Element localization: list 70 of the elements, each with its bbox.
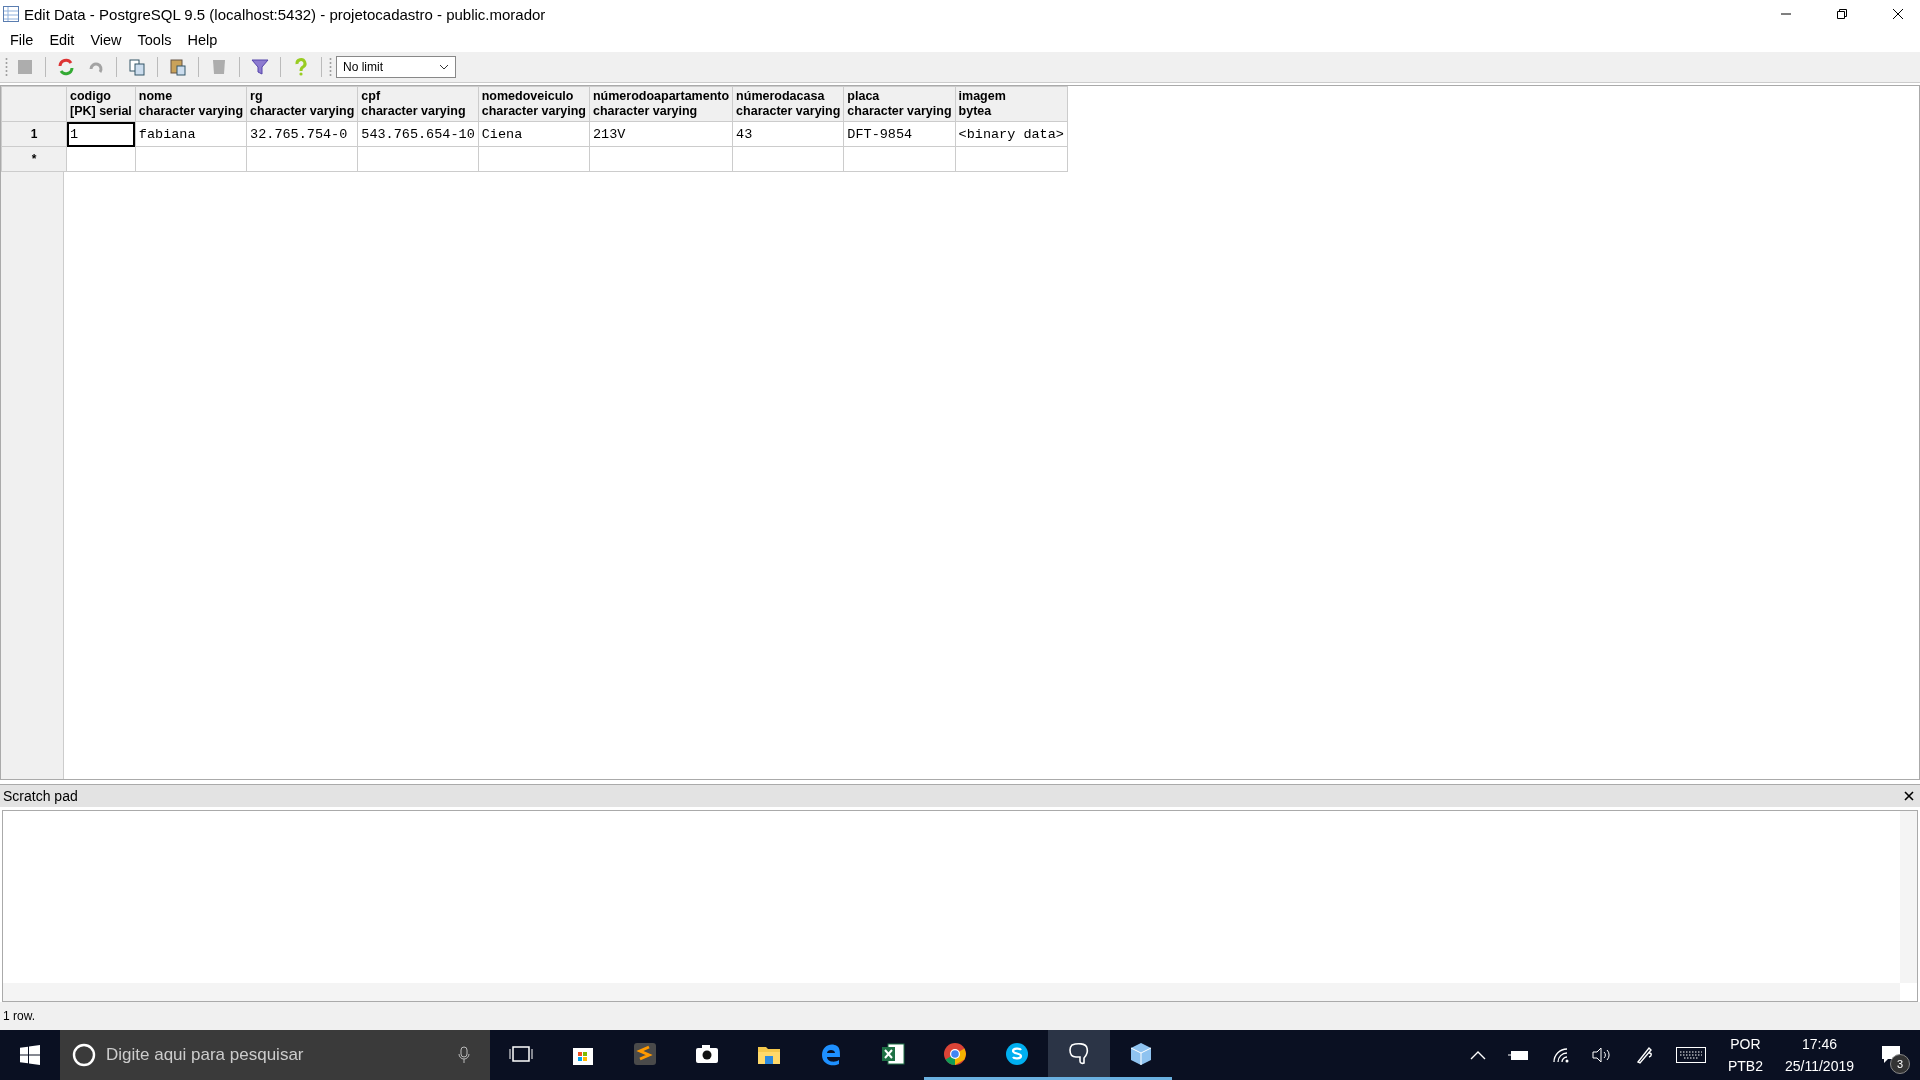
input-language-indicator[interactable]: POR PTB2 <box>1727 1033 1763 1077</box>
search-field[interactable]: Digite aqui para pesquisar <box>104 1044 450 1066</box>
row-header[interactable]: 1 <box>1 121 67 147</box>
menu-item[interactable]: Edit <box>41 32 83 48</box>
column-name: nomedoveiculo <box>481 89 575 104</box>
table-cell[interactable]: 1 <box>66 121 136 147</box>
column-name: codigo <box>70 89 112 104</box>
row-limit-dropdown[interactable]: No limit <box>336 56 456 78</box>
menu-item[interactable]: File <box>2 32 42 48</box>
cortana-ring-icon <box>72 1043 96 1067</box>
column-type: character varying <box>138 104 244 119</box>
column-header[interactable]: placa character varying <box>843 86 956 122</box>
table-cell[interactable]: 213V <box>589 121 733 147</box>
column-header[interactable]: nomedoveiculo character varying <box>478 86 590 122</box>
clock[interactable]: 17:46 25/11/2019 <box>1784 1033 1854 1077</box>
table-cell[interactable]: 543.765.654-10 <box>357 121 479 147</box>
new-row-marker[interactable]: * <box>1 146 67 172</box>
windows-start-icon[interactable] <box>20 1045 40 1065</box>
chevron-up-icon[interactable] <box>1469 1050 1486 1060</box>
corner-cell <box>1 86 67 122</box>
menu-item[interactable]: Tools <box>129 32 180 48</box>
column-type: character varying <box>250 104 355 119</box>
column-name: númerodoapartamento <box>592 89 730 104</box>
column-header[interactable]: cpf character varying <box>357 86 479 122</box>
column-type: bytea <box>958 104 993 119</box>
column-header[interactable]: codigo [PK] serial <box>66 86 136 122</box>
column-header[interactable]: númerodoapartamento character varying <box>589 86 733 122</box>
speaker-icon[interactable] <box>1591 1047 1612 1063</box>
column-type: [PK] serial <box>70 104 132 119</box>
menu-item[interactable]: View <box>82 32 130 48</box>
column-name: placa <box>847 89 881 104</box>
table-cell[interactable]: Ciena <box>478 121 590 147</box>
close-icon[interactable] <box>1892 8 1904 20</box>
column-type: character varying <box>847 104 952 119</box>
column-name: númerodacasa <box>736 89 826 104</box>
column-header[interactable]: imagem bytea <box>955 86 1068 122</box>
table-cell[interactable]: 43 <box>732 121 844 147</box>
column-name: rg <box>250 89 264 104</box>
vertical-scrollbar[interactable] <box>1900 811 1917 983</box>
toolbar-grip-icon <box>329 57 332 77</box>
menu-item[interactable]: Help <box>179 32 226 48</box>
window-title: Edit Data - PostgreSQL 9.5 (localhost:5432) - projetocadastro - public.morador <box>24 5 546 23</box>
table-cell[interactable]: 32.765.754-0 <box>246 121 358 147</box>
column-name: nome <box>138 89 174 104</box>
horizontal-scrollbar[interactable] <box>3 983 1900 1001</box>
restore-icon[interactable] <box>1836 8 1848 20</box>
column-header[interactable]: rg character varying <box>246 86 358 122</box>
column-name: cpf <box>361 89 382 104</box>
microphone-icon[interactable] <box>458 1046 470 1064</box>
toolbar-grip-icon <box>5 57 8 77</box>
status-text: 1 row. <box>3 1009 35 1023</box>
table-cell[interactable]: <binary data> <box>955 121 1068 147</box>
table-icon <box>3 6 19 22</box>
column-header[interactable]: númerodacasa character varying <box>732 86 844 122</box>
column-name: imagem <box>958 89 1007 104</box>
column-type: character varying <box>736 104 841 119</box>
keyboard-icon[interactable] <box>1675 1047 1706 1063</box>
notification-count-badge: 3 <box>1890 1054 1910 1074</box>
close-icon[interactable] <box>1904 791 1914 801</box>
column-type: character varying <box>592 104 699 119</box>
column-header[interactable]: nome character varying <box>135 86 247 122</box>
column-type: character varying <box>361 104 467 119</box>
wifi-icon[interactable] <box>1551 1047 1570 1063</box>
chevron-down-icon <box>439 64 449 70</box>
table-cell[interactable]: fabiana <box>135 121 247 147</box>
column-type: character varying <box>481 104 586 119</box>
table-cell[interactable]: DFT-9854 <box>843 121 956 147</box>
search-bar[interactable]: Digite aqui para pesquisar <box>60 1030 490 1080</box>
scratch-pad-title: Scratch pad <box>3 788 78 804</box>
battery-icon[interactable] <box>1507 1049 1530 1061</box>
